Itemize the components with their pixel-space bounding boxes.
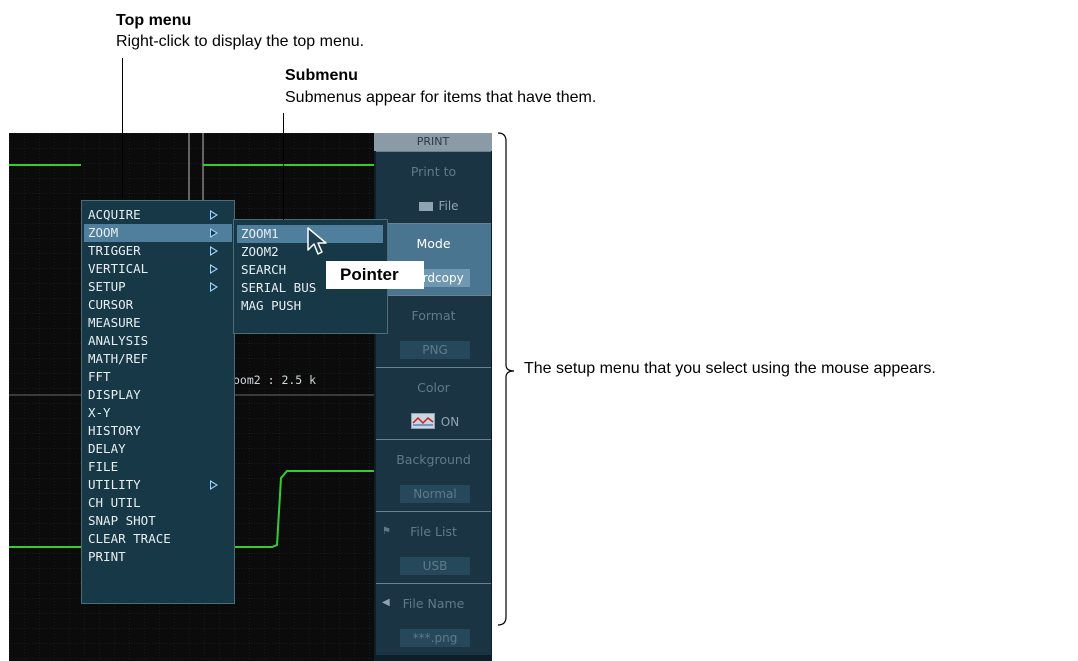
top-menu-annotation-title: Top menu [116, 12, 192, 29]
menu-item-snap-shot[interactable]: SNAP SHOT [84, 512, 232, 530]
menu-item-ch-util[interactable]: CH UTIL [84, 494, 232, 512]
menu-item-delay[interactable]: DELAY [84, 440, 232, 458]
setup-menu-annotation-text: The setup menu that you select using the… [524, 360, 936, 377]
menu-item-x-y[interactable]: X-Y [84, 404, 232, 422]
menu-item-measure[interactable]: MEASURE [84, 314, 232, 332]
background-label: Background [396, 452, 471, 467]
file-list-label: File List [410, 524, 457, 539]
top-menu: ACQUIRE ZOOM TRIGGER VERTICAL SETUP CURS… [81, 200, 235, 604]
menu-item-print[interactable]: PRINT [84, 548, 232, 566]
menu-item-trigger[interactable]: TRIGGER [84, 242, 232, 260]
submenu-arrow-icon [210, 480, 218, 490]
color-waveform-icon [410, 413, 435, 429]
submenu-arrow-icon [210, 246, 218, 256]
menu-item-setup[interactable]: SETUP [84, 278, 232, 296]
menu-item-analysis[interactable]: ANALYSIS [84, 332, 232, 350]
menu-item-display[interactable]: DISPLAY [84, 386, 232, 404]
file-name-label: File Name [402, 596, 465, 611]
background-softkey[interactable]: Background Normal [376, 439, 491, 511]
mouse-pointer-icon [307, 227, 327, 255]
submenu-arrow-icon [210, 210, 218, 220]
submenu-item-mag-push[interactable]: MAG PUSH [237, 297, 383, 315]
panel-title: PRINT [374, 133, 492, 151]
setup-panel: PRINT Print to File Mode Hardcopy Format… [374, 133, 492, 661]
submenu-arrow-icon [210, 228, 218, 238]
submenu-arrow-icon [210, 264, 218, 274]
format-softkey[interactable]: Format PNG [376, 295, 491, 367]
menu-item-vertical[interactable]: VERTICAL [84, 260, 232, 278]
top-menu-annotation-text: Right-click to display the top menu. [116, 33, 365, 50]
menu-item-cursor[interactable]: CURSOR [84, 296, 232, 314]
file-list-softkey[interactable]: ⚑ File List USB [376, 511, 491, 583]
zoom-readout: oom2 : 2.5 k [233, 373, 317, 387]
menu-item-math-ref[interactable]: MATH/REF [84, 350, 232, 368]
menu-item-utility[interactable]: UTILITY [84, 476, 232, 494]
menu-item-fft[interactable]: FFT [84, 368, 232, 386]
top-menu-leader-line [122, 58, 123, 199]
print-to-value: File [404, 197, 474, 215]
submenu-annotation-text: Submenus appear for items that have them… [285, 89, 597, 106]
setup-menu-bracket [497, 132, 515, 626]
submenu-arrow-icon [210, 282, 218, 292]
file-list-value: USB [400, 557, 470, 575]
pointer-label: Pointer [326, 261, 424, 289]
color-value: ON [400, 413, 470, 431]
format-value: PNG [400, 341, 470, 359]
menu-item-zoom[interactable]: ZOOM [84, 224, 232, 242]
background-value: Normal [400, 485, 470, 503]
print-to-softkey[interactable]: Print to File [376, 151, 491, 223]
menu-item-history[interactable]: HISTORY [84, 422, 232, 440]
menu-item-acquire[interactable]: ACQUIRE [84, 206, 232, 224]
format-label: Format [411, 308, 456, 323]
print-to-label: Print to [410, 164, 457, 179]
submenu-leader-line [283, 113, 284, 220]
color-label: Color [417, 380, 450, 395]
mode-label: Mode [416, 236, 451, 251]
submenu-annotation-title: Submenu [285, 67, 358, 84]
menu-item-clear-trace[interactable]: CLEAR TRACE [84, 530, 232, 548]
folder-icon [419, 202, 434, 211]
file-name-softkey[interactable]: ◀ File Name ***.png [376, 583, 491, 655]
color-softkey[interactable]: Color ON [376, 367, 491, 439]
menu-item-file[interactable]: FILE [84, 458, 232, 476]
file-name-value: ***.png [400, 629, 470, 647]
